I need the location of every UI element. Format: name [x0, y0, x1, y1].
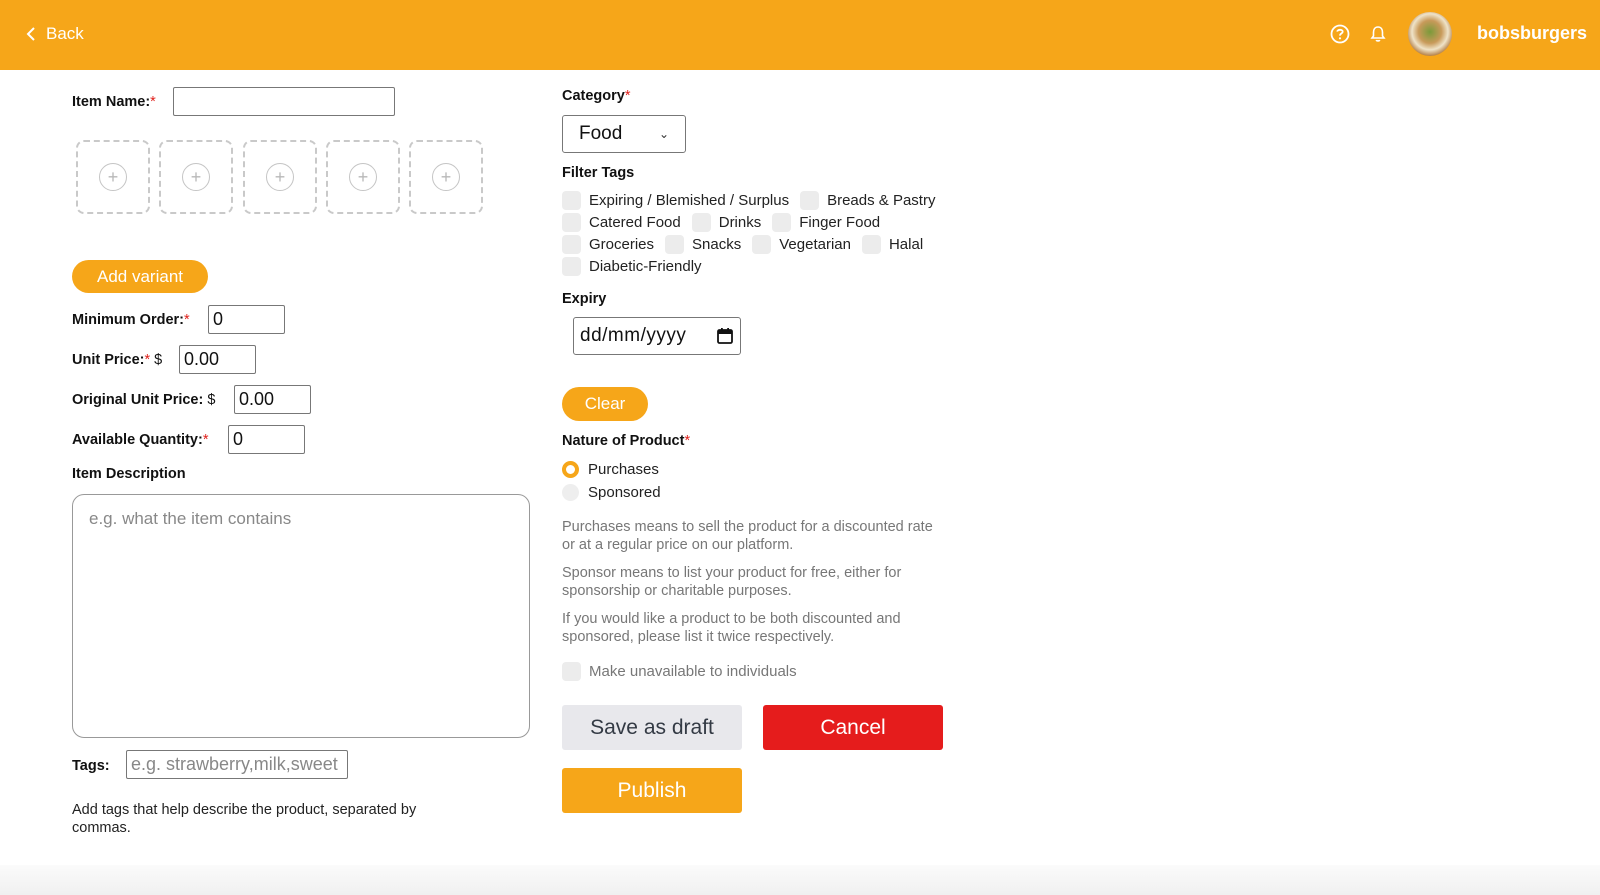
expiry-label: Expiry: [562, 291, 607, 307]
unavailable-to-individuals-checkbox[interactable]: Make unavailable to individuals: [562, 662, 797, 681]
available-quantity-input[interactable]: [228, 425, 305, 454]
add-variant-button[interactable]: Add variant: [72, 260, 208, 293]
filter-tags-row: Catered Food Drinks Finger Food: [562, 213, 891, 232]
plus-circle-icon: +: [349, 163, 377, 191]
tags-input[interactable]: [126, 750, 348, 779]
item-name-label: Item Name:*: [72, 94, 156, 110]
plus-circle-icon: +: [99, 163, 127, 191]
avatar[interactable]: [1408, 12, 1452, 56]
item-description-textarea[interactable]: [72, 494, 530, 738]
checkbox[interactable]: [691, 213, 711, 232]
chevron-left-icon: [26, 27, 35, 41]
filter-tag-drinks[interactable]: Drinks: [691, 213, 761, 232]
checkbox[interactable]: [800, 191, 820, 210]
calendar-icon[interactable]: [716, 327, 734, 345]
checkbox[interactable]: [752, 235, 772, 254]
minimum-order-input[interactable]: [208, 305, 285, 334]
page-footer-shade: [0, 865, 1600, 895]
plus-circle-icon: +: [432, 163, 460, 191]
top-bar: Back bobsburgers: [0, 0, 1600, 70]
radio-button[interactable]: [562, 461, 579, 478]
filter-tag-catered-food[interactable]: Catered Food: [562, 213, 681, 232]
original-unit-price-label: Original Unit Price: $: [72, 392, 216, 408]
radio-sponsored[interactable]: Sponsored: [562, 484, 661, 501]
filter-tag-finger-food[interactable]: Finger Food: [772, 213, 880, 232]
checkbox[interactable]: [861, 235, 881, 254]
radio-purchases[interactable]: Purchases: [562, 461, 659, 478]
filter-tag-diabetic-friendly[interactable]: Diabetic-Friendly: [562, 257, 702, 276]
expiry-date-placeholder: dd/mm/yyyy: [580, 325, 687, 346]
checkbox[interactable]: [562, 191, 581, 210]
minimum-order-label: Minimum Order:*: [72, 312, 190, 328]
add-image-slot[interactable]: +: [326, 140, 400, 214]
note-purchases: Purchases means to sell the product for …: [562, 519, 933, 553]
category-select[interactable]: Food ⌄: [562, 115, 686, 153]
filter-tags-row: Expiring / Blemished / Surplus Breads & …: [562, 191, 946, 210]
checkbox[interactable]: [562, 213, 581, 232]
filter-tags-label: Filter Tags: [562, 165, 635, 181]
available-quantity-label: Available Quantity:*: [72, 432, 209, 448]
username[interactable]: bobsburgers: [1477, 23, 1587, 44]
back-label: Back: [46, 24, 84, 43]
back-button[interactable]: Back: [26, 24, 84, 44]
filter-tags-row: Groceries Snacks Vegetarian Halal: [562, 235, 934, 254]
filter-tags-row: Diabetic-Friendly: [562, 257, 713, 276]
item-description-label: Item Description: [72, 466, 186, 482]
add-image-slot[interactable]: +: [409, 140, 483, 214]
checkbox[interactable]: [562, 662, 581, 681]
help-circle-icon[interactable]: [1330, 24, 1350, 44]
clear-expiry-button[interactable]: Clear: [562, 387, 648, 421]
original-unit-price-input[interactable]: [234, 385, 311, 414]
tags-label: Tags:: [72, 758, 110, 774]
note-sponsor: Sponsor means to list your product for f…: [562, 565, 902, 599]
add-image-slot[interactable]: +: [76, 140, 150, 214]
filter-tag-expiring[interactable]: Expiring / Blemished / Surplus: [562, 191, 789, 210]
note-both: If you would like a product to be both d…: [562, 611, 901, 645]
publish-button[interactable]: Publish: [562, 768, 742, 813]
expiry-date-input[interactable]: dd/mm/yyyy: [573, 317, 741, 355]
chevron-down-icon: ⌄: [658, 127, 669, 141]
add-image-slot[interactable]: +: [243, 140, 317, 214]
checkbox[interactable]: [562, 235, 581, 254]
category-label: Category*: [562, 88, 631, 104]
unit-price-input[interactable]: [179, 345, 256, 374]
filter-tag-vegetarian[interactable]: Vegetarian: [752, 235, 851, 254]
add-image-slot[interactable]: +: [159, 140, 233, 214]
cancel-button[interactable]: Cancel: [763, 705, 943, 750]
filter-tag-breads-pastry[interactable]: Breads & Pastry: [800, 191, 935, 210]
bell-icon[interactable]: [1368, 24, 1388, 44]
filter-tag-snacks[interactable]: Snacks: [665, 235, 741, 254]
checkbox[interactable]: [562, 257, 581, 276]
item-name-input[interactable]: [173, 87, 395, 116]
category-selected-value: Food: [579, 123, 623, 144]
plus-circle-icon: +: [266, 163, 294, 191]
nature-of-product-label: Nature of Product*: [562, 433, 691, 449]
plus-circle-icon: +: [182, 163, 210, 191]
unit-price-label: Unit Price:* $: [72, 352, 163, 368]
save-as-draft-button[interactable]: Save as draft: [562, 705, 742, 750]
checkbox[interactable]: [665, 235, 685, 254]
filter-tag-halal[interactable]: Halal: [861, 235, 923, 254]
filter-tag-groceries[interactable]: Groceries: [562, 235, 654, 254]
radio-button[interactable]: [562, 484, 579, 501]
checkbox[interactable]: [772, 213, 792, 232]
tags-help-text: Add tags that help describe the product,…: [72, 802, 417, 836]
